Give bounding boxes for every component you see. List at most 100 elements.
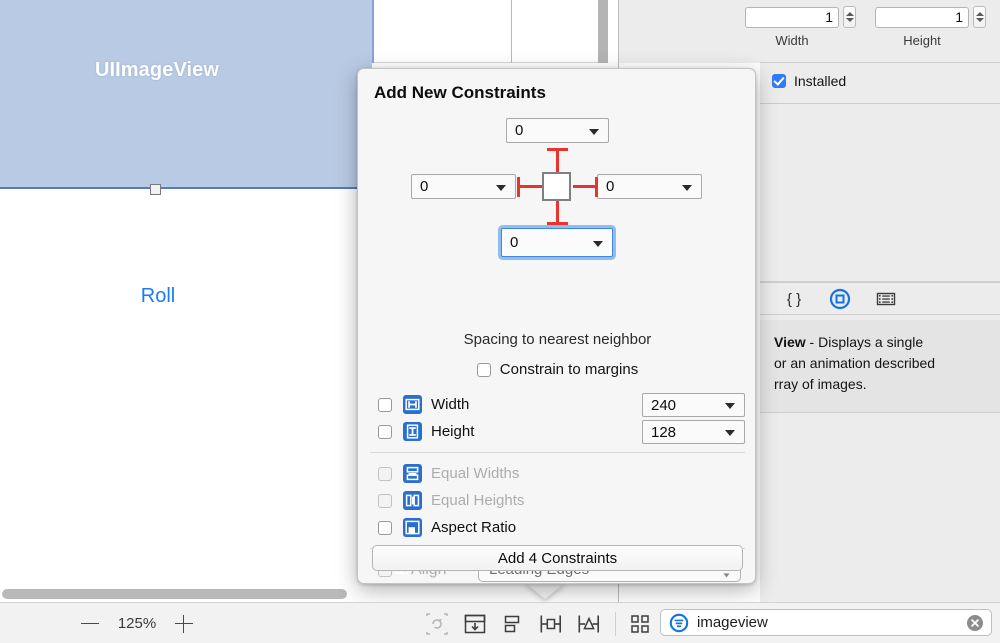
constraint-row-height[interactable]: Height 128 [366,418,749,445]
aspect-ratio-checkbox[interactable] [378,520,392,535]
constraint-row-equal-widths[interactable]: Equal Widths [366,460,749,487]
stepper-up-arrow[interactable] [846,12,854,16]
chevron-down-icon[interactable] [682,184,692,191]
width-stepper[interactable] [843,6,856,28]
width-input[interactable]: 1 [745,6,839,28]
constraint-row-width[interactable]: Width 240 [366,391,749,418]
object-library-icon[interactable] [630,614,650,634]
scrollbar-thumb[interactable] [2,589,347,599]
uiimageview-element[interactable]: UIImageView [0,0,372,189]
editor-panel-b [374,0,511,63]
chevron-down-icon[interactable] [496,184,506,191]
description-line1: - Displays a single [805,334,924,350]
selection-handle-bottom[interactable] [150,184,161,195]
spacing-bottom-input[interactable]: 0 [501,228,613,257]
width-caption: Width [775,33,809,48]
pin-strut-left-horizontal[interactable] [517,185,542,188]
height-stepper[interactable] [973,6,986,28]
pin-strut-right-cap [595,177,598,197]
filter-icon [669,613,689,633]
clear-icon[interactable] [967,614,983,631]
description-line2: or an animation described [774,355,936,371]
rows-divider-1 [370,452,745,453]
spacing-top-input[interactable]: 0 [506,118,609,143]
screen-root: UIImageView Roll 1 Width 1 Height Instal… [0,0,1000,643]
constraint-row-equal-heights[interactable]: Equal Heights [366,487,749,514]
add-constraints-button[interactable]: Add 4 Constraints [372,545,743,571]
spacing-bottom-value: 0 [510,234,519,251]
stepper-down-arrow[interactable] [976,18,984,22]
height-row-label: Height [431,423,475,440]
resize-behaviour-icon[interactable] [576,612,602,636]
spacing-left-input[interactable]: 0 [411,174,516,199]
spacing-left-value: 0 [420,178,429,195]
tab-attributes-object[interactable] [828,287,852,311]
inspector-size-fields: 1 Width 1 Height [745,0,1000,60]
description-bold: View [774,334,806,350]
equal-widths-checkbox[interactable] [378,466,392,481]
equal-heights-label: Equal Heights [431,492,525,509]
chevron-down-icon[interactable] [593,240,603,247]
update-frames-icon[interactable] [424,612,450,636]
align-icon[interactable] [500,612,526,636]
uiimageview-label: UIImageView [94,59,220,81]
width-checkbox[interactable] [378,397,392,412]
description-line3: rray of images. [774,376,867,392]
zoom-out-button[interactable] [80,614,100,634]
constrain-to-margins-checkbox[interactable] [476,362,491,377]
height-input[interactable]: 1 [875,6,969,28]
tab-identity-code[interactable]: { } [782,287,806,311]
add-constraints-button-label: Add 4 Constraints [497,549,618,567]
search-input[interactable]: imageview [689,610,967,635]
popover-tail [524,582,566,599]
zoom-controls: 125% [80,603,194,643]
inspector-divider-4 [760,412,1000,413]
height-checkbox[interactable] [378,424,392,439]
design-canvas[interactable]: UIImageView Roll [0,0,372,588]
width-value-input[interactable]: 240 [642,393,745,417]
tab-media[interactable] [874,287,898,311]
pin-strut-left-cap [517,177,520,197]
constrain-to-margins-label: Constrain to margins [499,361,639,378]
pin-strut-bottom-cap [547,222,568,225]
inspector-description: View - Displays a single or an animation… [760,320,1000,412]
constrain-to-margins-row[interactable]: Constrain to margins [358,361,757,378]
autolayout-toolbar [424,603,602,643]
installed-checkbox[interactable] [772,74,786,88]
width-row-label: Width [431,396,470,413]
editor-scrollbar-vertical[interactable] [598,0,608,63]
inspector-panel: 1 Width 1 Height Installed {} View - Di… [745,0,1000,602]
constraint-row-aspect-ratio[interactable]: Aspect Ratio [366,514,749,541]
zoom-in-button[interactable] [174,614,194,634]
height-field-group: 1 [875,6,986,28]
stepper-down-arrow[interactable] [846,18,854,22]
chevron-down-icon[interactable] [589,128,599,135]
height-value-input[interactable]: 128 [642,420,745,444]
canvas-horizontal-scrollbar[interactable] [0,586,358,602]
stepper-up-arrow[interactable] [976,12,984,16]
pin-icon[interactable] [538,612,564,636]
svg-text:{ }: { } [787,291,801,308]
roll-label[interactable]: Roll [0,285,316,308]
installed-row[interactable]: Installed [760,68,1000,94]
aspect-ratio-icon [403,518,422,537]
spacing-right-input[interactable]: 0 [597,174,702,199]
inspector-tabbar: { } [760,282,1000,315]
editor-panel-c [512,0,598,63]
equal-widths-label: Equal Widths [431,465,520,482]
chevron-down-icon[interactable] [725,430,735,436]
height-value: 128 [651,423,677,441]
installed-label: Installed [794,73,847,89]
equal-heights-icon [403,491,422,510]
width-value: 240 [651,396,677,414]
resolve-auto-layout-issues-icon[interactable] [462,612,488,636]
inspector-divider-1 [760,62,1000,63]
equal-heights-checkbox[interactable] [378,493,392,508]
chevron-down-icon[interactable] [725,403,735,409]
width-constraint-icon [403,395,422,414]
zoom-level-label: 125% [117,615,157,632]
inspector-divider-2 [760,103,1000,104]
pin-strut-top-vertical[interactable] [556,148,559,173]
library-search-field[interactable]: imageview [660,609,992,636]
popover-title: Add New Constraints [374,83,546,102]
